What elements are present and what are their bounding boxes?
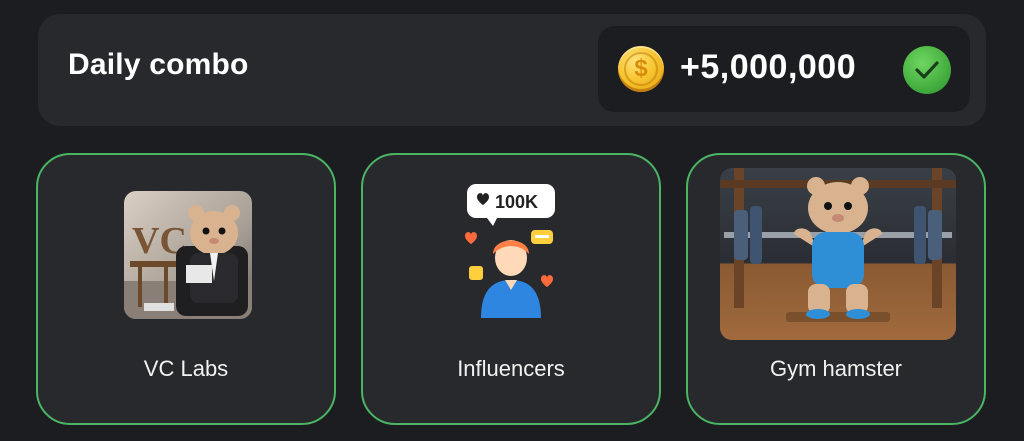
daily-combo-title: Daily combo [68,48,249,81]
coin-icon: $ [618,46,664,92]
gym-hamster-icon [720,168,956,340]
coin-symbol: $ [624,52,658,86]
combo-card-vc-labs[interactable]: VC VC Labs [36,153,336,425]
influencer-icon: 100K [463,180,563,320]
card-label-vc-labs: VC Labs [143,356,229,381]
hamster-vc-icon: VC [124,191,252,319]
card-label-gym-hamster: Gym hamster [769,356,903,381]
check-icon [903,46,951,94]
reward-amount: +5,000,000 [680,48,857,86]
reward-pill: $ +5,000,000 [598,26,970,112]
combo-card-influencers[interactable]: 100K Influencers [361,153,661,425]
daily-combo-header: Daily combo $ +5,000,000 [38,14,986,126]
card-label-influencers: Influencers [457,356,565,381]
combo-card-gym-hamster[interactable]: Gym hamster [686,153,986,425]
like-count: 100K [495,192,538,212]
